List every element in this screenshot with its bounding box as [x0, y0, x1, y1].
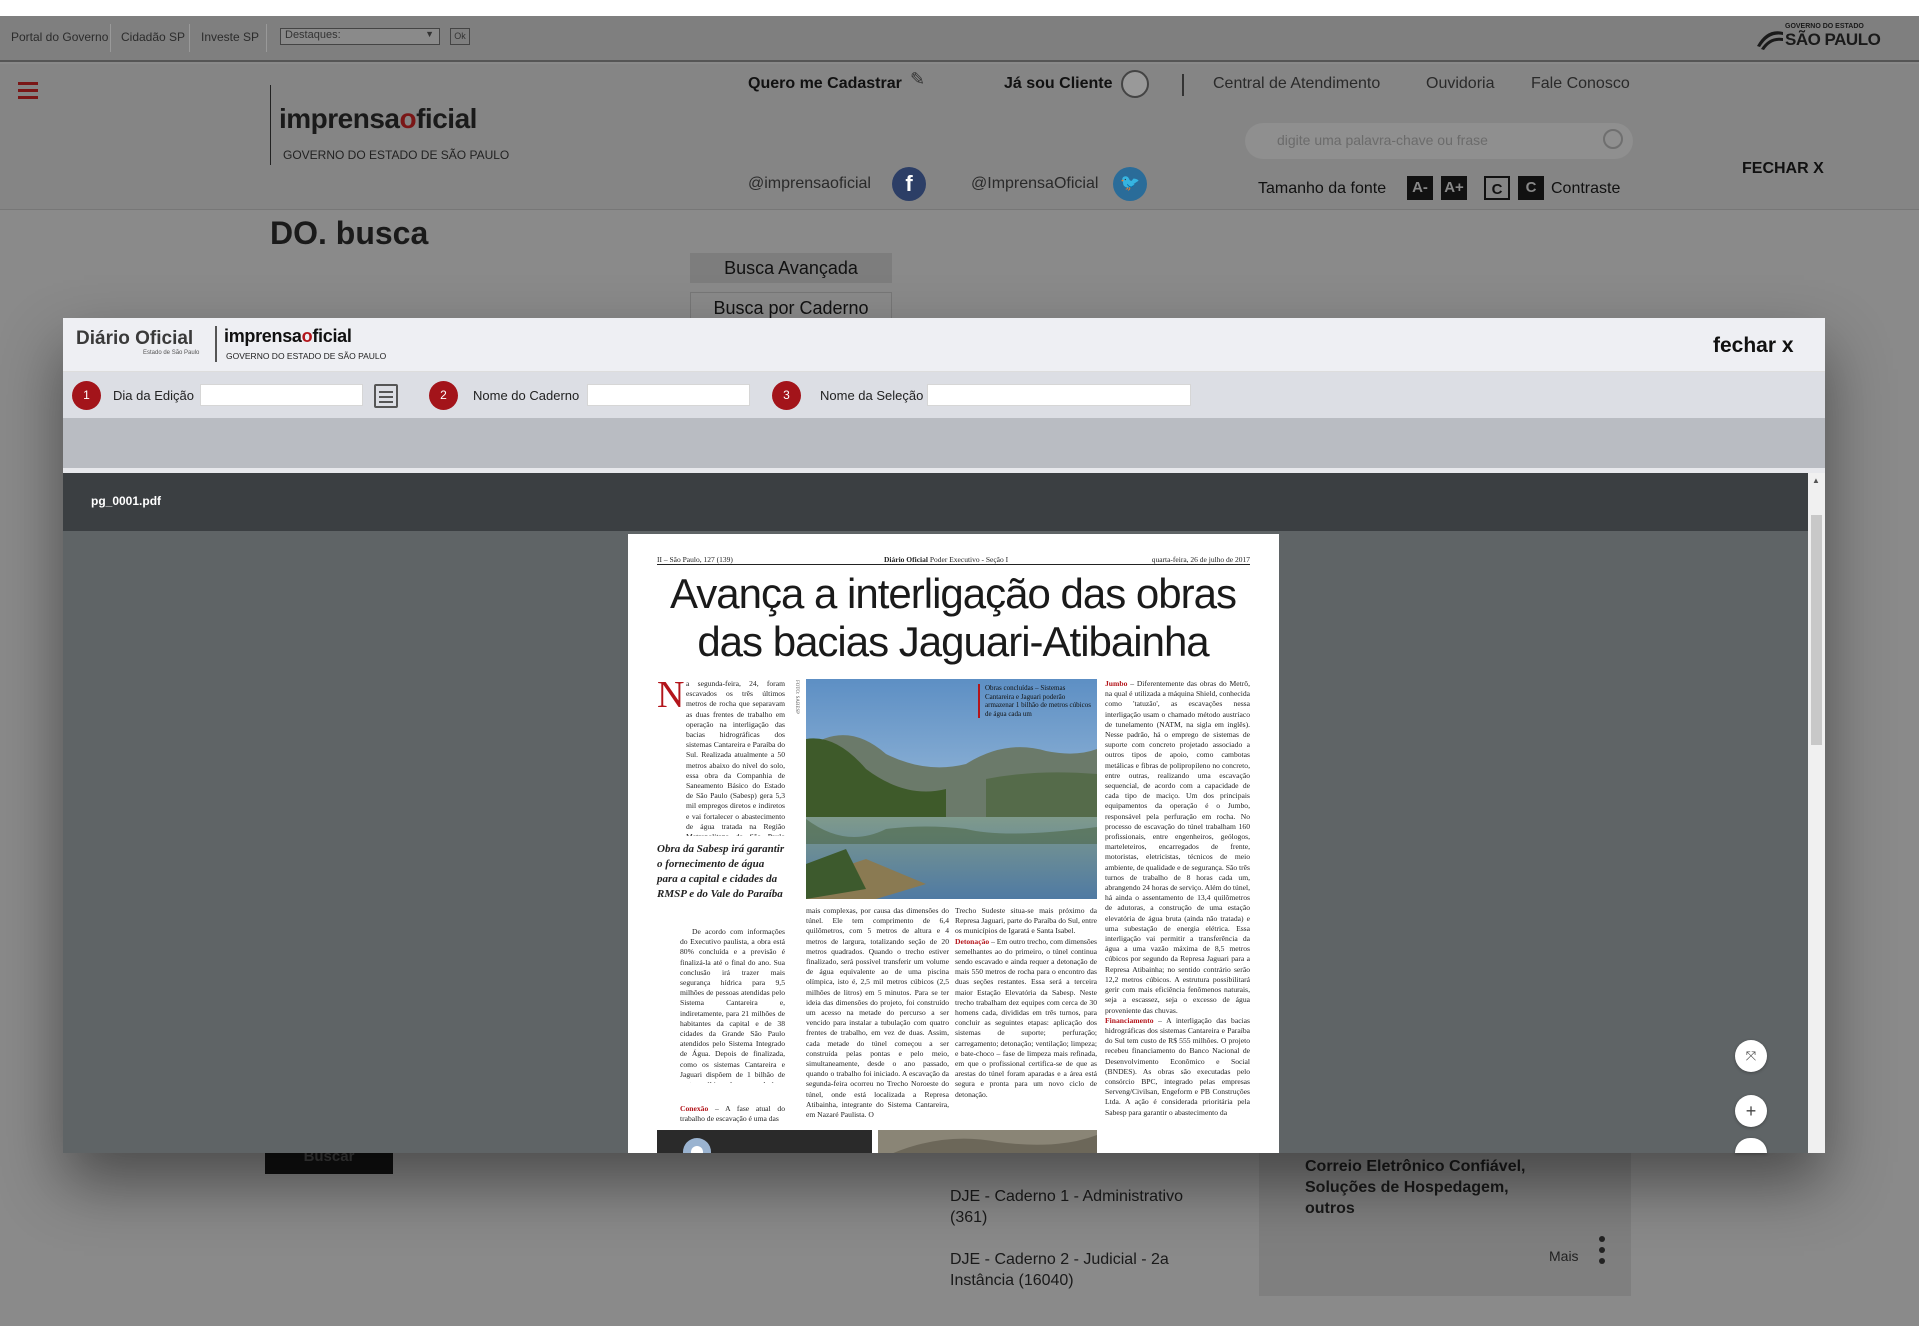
divider — [189, 24, 190, 52]
cadastrar-link[interactable]: Quero me Cadastrar — [748, 75, 902, 93]
pdf-toolbar: pg_0001.pdf — [63, 473, 1808, 531]
gov-top-bar: Portal do Governo Cidadão SP Investe SP … — [0, 16, 1919, 62]
dje-caderno-2-link[interactable]: DJE - Caderno 2 - Judicial - 2a Instânci… — [950, 1249, 1220, 1291]
pencil-icon: ✎ — [910, 69, 926, 89]
contrast-dark-button[interactable]: C — [1518, 176, 1544, 200]
central-atendimento-link[interactable]: Central de Atendimento — [1213, 75, 1380, 93]
contrast-label: Contraste — [1551, 180, 1621, 197]
page-title: DO. busca — [270, 215, 429, 251]
investe-sp-link[interactable]: Investe SP — [201, 30, 259, 44]
newspaper-date: quarta-feira, 26 de julho de 2017 — [1151, 555, 1250, 564]
filter-results-strip — [63, 418, 1825, 468]
services-card: Correio Eletrônico Confiável, Soluções d… — [1259, 1140, 1631, 1296]
logo-name: imprensaoficial — [279, 103, 477, 134]
photo-caption: Obras concluídas – Sistemas Cantareira e… — [978, 684, 1096, 718]
io-small-name: imprensaoficial — [224, 326, 352, 346]
article-col2b: Trecho Sudeste situa-se mais próximo da … — [955, 906, 1097, 1099]
top-white-strip — [0, 0, 1919, 16]
zoom-in-button[interactable]: + — [1735, 1095, 1767, 1127]
destaques-select-value: Destaques: — [285, 29, 341, 41]
gov-sp-flag-icon — [1757, 31, 1783, 50]
more-dots-icon[interactable] — [1599, 1236, 1605, 1269]
zoom-out-button[interactable] — [1735, 1138, 1767, 1153]
ja-sou-cliente-link[interactable]: Já sou Cliente — [1004, 75, 1112, 93]
close-modal-button[interactable]: fechar x — [1713, 334, 1794, 358]
article-col3: Jumbo – Diferentemente das obras do Metr… — [1105, 679, 1250, 1117]
twitter-handle[interactable]: @ImprensaOficial — [971, 175, 1098, 193]
tab-busca-avancada[interactable]: Busca Avançada — [690, 253, 892, 283]
dje-caderno-1-link[interactable]: DJE - Caderno 1 - Administrativo (361) — [950, 1186, 1220, 1228]
search-input[interactable]: digite uma palavra-chave ou frase — [1245, 123, 1633, 159]
do-subtitle: Estado de São Paulo — [143, 350, 200, 356]
destaques-select[interactable]: Destaques: ▼ — [280, 28, 440, 45]
nome-caderno-label: Nome do Caderno — [473, 388, 580, 403]
user-icon[interactable] — [1121, 70, 1149, 98]
mais-link[interactable]: Mais — [1549, 1248, 1579, 1264]
modal-header: Diário Oficial Estado de São Paulo impre… — [63, 318, 1825, 372]
divider — [266, 24, 267, 52]
article-intro: a segunda-feira, 24, foram escavados os … — [686, 679, 785, 836]
scroll-up-icon[interactable]: ▲ — [1812, 476, 1820, 485]
newspaper-header: II – São Paulo, 127 (139) Diário Oficial… — [657, 555, 1250, 565]
divider — [110, 24, 111, 52]
twitter-icon[interactable]: 🐦 — [1113, 167, 1147, 201]
calendar-icon[interactable] — [374, 384, 398, 408]
gov-sp-logo[interactable]: GOVERNO DO ESTADO SÃO PAULO — [1755, 20, 1885, 58]
ok-button[interactable]: Ok — [450, 28, 470, 45]
nome-caderno-input[interactable] — [587, 384, 750, 406]
services-card-text: Correio Eletrônico Confiável, Soluções d… — [1305, 1158, 1526, 1217]
gov-logo-big-text: SÃO PAULO — [1785, 30, 1881, 49]
gov-logo-small-text: GOVERNO DO ESTADO — [1785, 23, 1864, 30]
logo-subtitle: GOVERNO DO ESTADO DE SÃO PAULO — [283, 148, 510, 162]
facebook-icon[interactable]: f — [892, 167, 926, 201]
nome-selecao-input[interactable] — [927, 384, 1191, 406]
do-title: Diário Oficial — [76, 328, 194, 349]
font-increase-button[interactable]: A+ — [1441, 176, 1467, 200]
search-icon[interactable] — [1603, 129, 1623, 149]
facebook-handle[interactable]: @imprensaoficial — [748, 175, 871, 193]
ouvidoria-link[interactable]: Ouvidoria — [1426, 75, 1494, 93]
font-size-label: Tamanho da fonte — [1258, 180, 1387, 197]
article-col1-tail: Conexão – A fase atual do trabalho de es… — [680, 1104, 785, 1124]
contrast-light-button[interactable]: C — [1484, 176, 1510, 200]
fit-page-icon[interactable]: ⤧ — [1735, 1040, 1767, 1072]
pull-quote: Obra da Sabesp irá garantir o fornecimen… — [657, 843, 785, 900]
divider — [1182, 74, 1184, 96]
hamburger-menu-icon[interactable] — [18, 82, 38, 103]
portal-governo-link[interactable]: Portal do Governo — [11, 30, 108, 44]
newspaper-headline: Avança a interligação das obras das baci… — [670, 570, 1237, 665]
dia-edicao-label: Dia da Edição — [113, 388, 194, 403]
newspaper-section: Diário Oficial Poder Executivo - Seção I — [884, 555, 1009, 564]
step-1-badge: 1 — [72, 381, 101, 410]
filter-bar: 1 Dia da Edição 2 Nome do Caderno 3 Nome… — [63, 372, 1825, 418]
nome-selecao-label: Nome da Seleção — [820, 388, 924, 403]
dropcap: N — [657, 674, 685, 716]
tunnel-photo-1 — [657, 1130, 872, 1153]
chevron-down-icon: ▼ — [425, 29, 434, 39]
photo-credit: FOTO: SABESP — [794, 680, 799, 714]
pdf-filename: pg_0001.pdf — [91, 494, 162, 508]
imprensa-oficial-logo[interactable]: imprensaoficial GOVERNO DO ESTADO DE SÃO… — [270, 85, 520, 165]
dia-edicao-input[interactable] — [200, 384, 363, 406]
fale-conosco-link[interactable]: Fale Conosco — [1531, 75, 1630, 93]
step-3-badge: 3 — [772, 381, 801, 410]
viewer-scrollbar[interactable]: ▲ — [1808, 473, 1825, 1153]
pdf-viewer-modal: Diário Oficial Estado de São Paulo impre… — [63, 318, 1825, 1153]
font-decrease-button[interactable]: A- — [1407, 176, 1433, 200]
article-col2a: mais complexas, por causa das dimensões … — [806, 906, 949, 1120]
divider — [215, 326, 217, 362]
step-2-badge: 2 — [429, 381, 458, 410]
scrollbar-thumb[interactable] — [1811, 515, 1822, 745]
pdf-page: II – São Paulo, 127 (139) Diário Oficial… — [628, 534, 1279, 1153]
fechar-link[interactable]: FECHAR X — [1742, 160, 1824, 178]
io-small-subtitle: GOVERNO DO ESTADO DE SÃO PAULO — [226, 351, 387, 361]
cidadao-sp-link[interactable]: Cidadão SP — [121, 30, 185, 44]
newspaper-issue: II – São Paulo, 127 (139) — [657, 555, 733, 564]
article-col1-body: De acordo com informações do Executivo p… — [680, 927, 785, 1083]
tunnel-photo-2 — [878, 1130, 1097, 1153]
